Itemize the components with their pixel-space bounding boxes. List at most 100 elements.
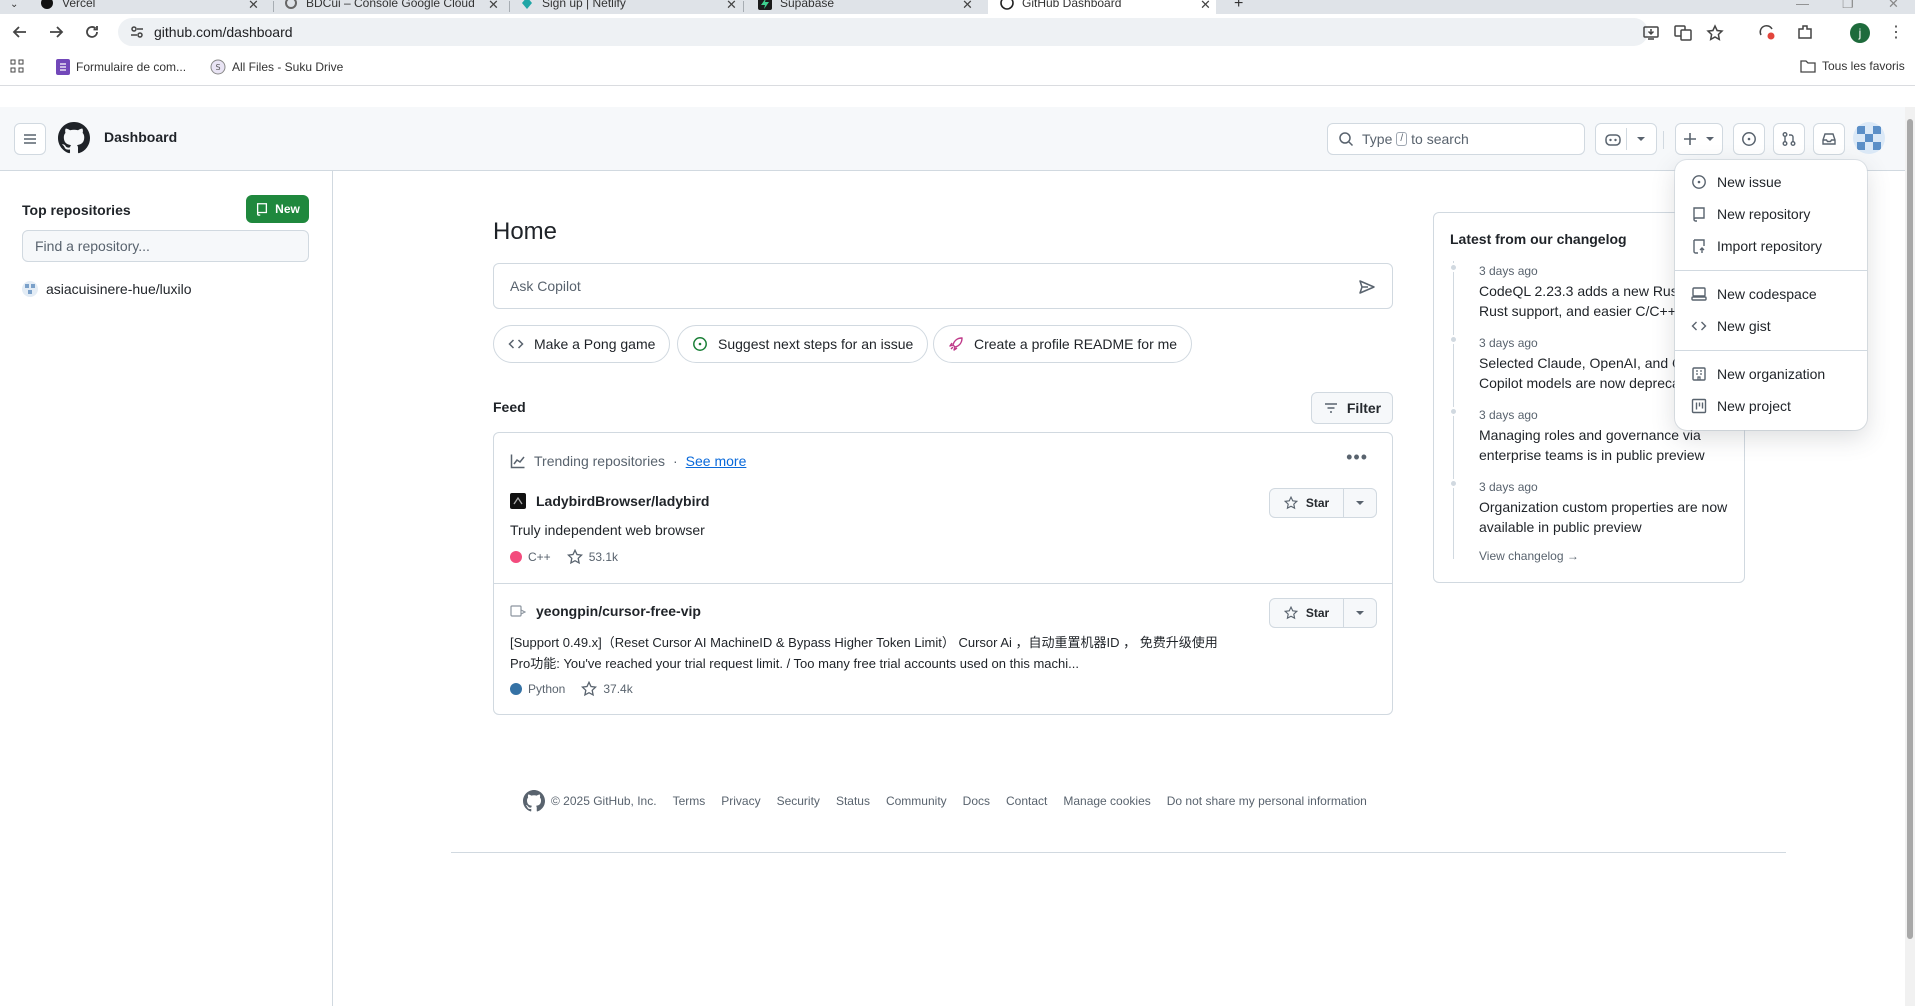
tab-vercel[interactable]: Vercel ✕ (40, 0, 272, 14)
site-info-icon[interactable] (128, 23, 146, 41)
hamburger-menu-button[interactable] (14, 123, 46, 155)
github-icon (1000, 0, 1014, 14)
footer-link-do-not-share[interactable]: Do not share my personal information (1167, 794, 1367, 808)
feed-repo-title[interactable]: LadybirdBrowser/ladybird (510, 493, 709, 509)
browser-menu-icon[interactable]: ⋮ (1888, 22, 1904, 42)
see-more-link[interactable]: See more (686, 453, 747, 469)
search-input[interactable]: Type / to search (1327, 123, 1585, 155)
forward-button[interactable] (46, 22, 66, 42)
changelog-entry-link[interactable]: Organization custom properties are now a… (1479, 497, 1739, 537)
feed-repo-title[interactable]: yeongpin/cursor-free-vip (510, 603, 701, 619)
filter-button[interactable]: Filter (1311, 392, 1393, 424)
footer-link-community[interactable]: Community (886, 794, 947, 808)
tab-netlify[interactable]: Sign up | Netlify ✕ (520, 0, 742, 14)
suggestion-chip-readme[interactable]: Create a profile README for me (933, 325, 1193, 363)
suggestion-chip-next-steps[interactable]: Suggest next steps for an issue (677, 325, 929, 363)
menu-item-new-repository[interactable]: New repository (1691, 202, 1810, 226)
star-icon (581, 681, 598, 697)
tab-title: Supabase (780, 0, 835, 10)
close-icon[interactable]: ✕ (488, 0, 499, 13)
menu-item-new-issue[interactable]: New issue (1691, 170, 1782, 194)
inbox-button[interactable] (1813, 123, 1845, 155)
chevron-down-icon[interactable] (1636, 136, 1646, 142)
all-bookmarks-button[interactable]: Tous les favoris (1800, 59, 1905, 73)
bookmark-star-icon[interactable] (1706, 24, 1724, 42)
close-icon[interactable]: ✕ (248, 0, 259, 13)
feed-heading: Feed (493, 399, 526, 415)
suggestion-chip-pong[interactable]: Make a Pong game (493, 325, 671, 363)
github-logo-icon[interactable] (523, 790, 545, 812)
left-sidebar: Top repositories New Find a repository..… (0, 171, 333, 1006)
install-app-icon[interactable] (1642, 24, 1660, 42)
copilot-button[interactable] (1595, 123, 1657, 155)
scrollbar-thumb[interactable] (1907, 119, 1913, 939)
separator-dot: · (673, 453, 678, 469)
drive-icon: S (210, 59, 226, 75)
tab-supabase[interactable]: Supabase ✕ (758, 0, 980, 14)
bookmark-suku-drive[interactable]: S All Files - Suku Drive (210, 59, 343, 75)
apps-grid-icon[interactable] (10, 59, 24, 73)
close-icon[interactable]: ✕ (726, 0, 737, 13)
pull-requests-button[interactable] (1773, 123, 1805, 155)
timeline-dot (1449, 407, 1458, 416)
menu-item-new-organization[interactable]: New organization (1691, 362, 1825, 386)
tab-google-cloud[interactable]: BDCui – Console Google Cloud ✕ (284, 0, 508, 14)
menu-item-new-codespace[interactable]: New codespace (1691, 282, 1817, 306)
close-window-button[interactable]: ✕ (1888, 0, 1899, 12)
menu-item-import-repository[interactable]: Import repository (1691, 234, 1822, 258)
address-bar[interactable]: github.com/dashboard (118, 18, 1724, 46)
bookmark-formulaire[interactable]: Formulaire de com... (56, 59, 186, 75)
star-main[interactable]: Star (1270, 599, 1344, 627)
new-tab-button[interactable]: + (1234, 0, 1243, 13)
menu-item-new-gist[interactable]: New gist (1691, 314, 1771, 338)
github-logo-icon[interactable] (58, 122, 90, 154)
view-changelog-link[interactable]: View changelog → (1479, 549, 1579, 563)
profile-avatar[interactable]: j (1850, 23, 1870, 43)
kebab-menu-icon[interactable]: ••• (1346, 447, 1368, 468)
star-main[interactable]: Star (1270, 489, 1344, 517)
star-button[interactable]: Star (1269, 488, 1377, 518)
page-context-title[interactable]: Dashboard (104, 129, 177, 145)
code-icon (508, 336, 524, 352)
footer-link-security[interactable]: Security (777, 794, 820, 808)
repo-owner-avatar (510, 603, 526, 619)
footer-link-privacy[interactable]: Privacy (721, 794, 760, 808)
menu-icon (24, 134, 36, 144)
star-list-dropdown[interactable] (1344, 599, 1376, 627)
send-icon[interactable] (1358, 278, 1376, 296)
reload-button[interactable] (82, 22, 102, 42)
star-list-dropdown[interactable] (1344, 489, 1376, 517)
chip-label: Suggest next steps for an issue (718, 336, 914, 352)
new-repository-button[interactable]: New (246, 195, 309, 223)
close-icon[interactable]: ✕ (1200, 0, 1211, 13)
footer-link-contact[interactable]: Contact (1006, 794, 1047, 808)
tab-search-button[interactable]: ⌄ (0, 0, 32, 14)
issue-opened-icon (692, 336, 708, 352)
minimize-button[interactable]: — (1796, 0, 1809, 11)
changelog-entry-link[interactable]: Managing roles and governance via enterp… (1479, 425, 1739, 465)
extensions-icon[interactable] (1796, 23, 1814, 41)
button-divider (1626, 128, 1627, 150)
star-button[interactable]: Star (1269, 598, 1377, 628)
footer-link-docs[interactable]: Docs (963, 794, 990, 808)
restore-button[interactable]: ❐ (1842, 0, 1854, 12)
close-icon[interactable]: ✕ (962, 0, 973, 13)
sidebar-repo-item[interactable]: asiacuisinere-hue/luxilo (22, 281, 192, 297)
page-scrollbar[interactable] (1905, 107, 1915, 1006)
repo-stars[interactable]: 53.1k (589, 550, 618, 564)
issues-button[interactable] (1733, 123, 1765, 155)
repo-stars[interactable]: 37.4k (603, 682, 632, 696)
sync-paused-icon[interactable] (1758, 23, 1776, 41)
footer-link-manage-cookies[interactable]: Manage cookies (1063, 794, 1150, 808)
footer-link-terms[interactable]: Terms (673, 794, 706, 808)
tab-github-dashboard[interactable]: GitHub Dashboard ✕ (988, 0, 1216, 14)
create-new-button[interactable] (1675, 123, 1723, 155)
ask-copilot-input[interactable]: Ask Copilot (493, 263, 1393, 309)
find-repository-input[interactable]: Find a repository... (22, 230, 309, 262)
translate-icon[interactable] (1674, 24, 1692, 42)
back-button[interactable] (10, 22, 30, 42)
timeline-dot (1449, 335, 1458, 344)
menu-item-new-project[interactable]: New project (1691, 394, 1791, 418)
footer-link-status[interactable]: Status (836, 794, 870, 808)
user-avatar[interactable] (1853, 122, 1885, 154)
